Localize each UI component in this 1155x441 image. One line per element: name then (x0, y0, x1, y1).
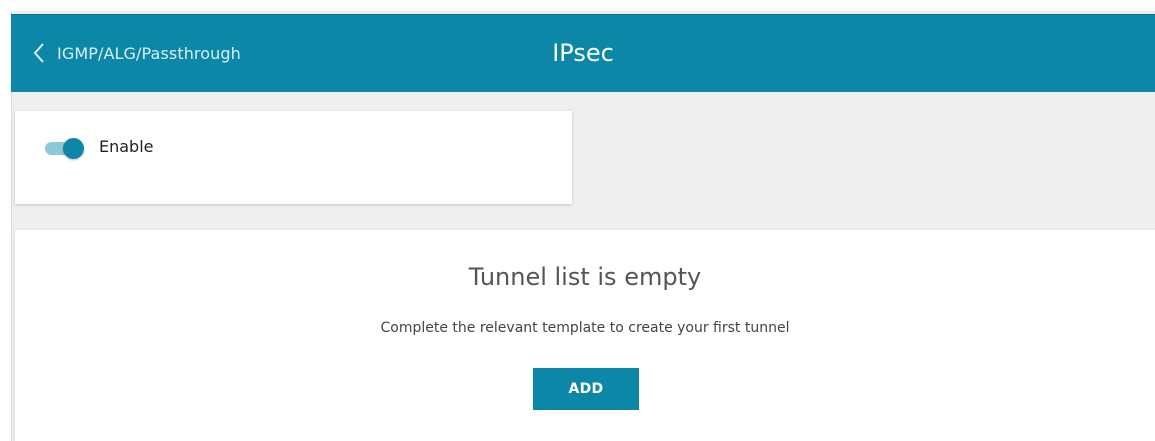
empty-list-title: Tunnel list is empty (468, 263, 702, 291)
enable-label: Enable (99, 137, 154, 156)
page-header: IGMP/ALG/Passthrough IPsec (11, 14, 1155, 92)
add-tunnel-button[interactable]: ADD (533, 368, 639, 410)
toggle-knob (63, 138, 84, 159)
enable-toggle[interactable] (45, 136, 87, 160)
enable-card: Enable (15, 111, 572, 204)
tunnel-list-card: Tunnel list is empty Complete the releva… (15, 230, 1155, 441)
page-title: IPsec (552, 39, 614, 67)
empty-list-message: Complete the relevant template to create… (380, 320, 790, 336)
